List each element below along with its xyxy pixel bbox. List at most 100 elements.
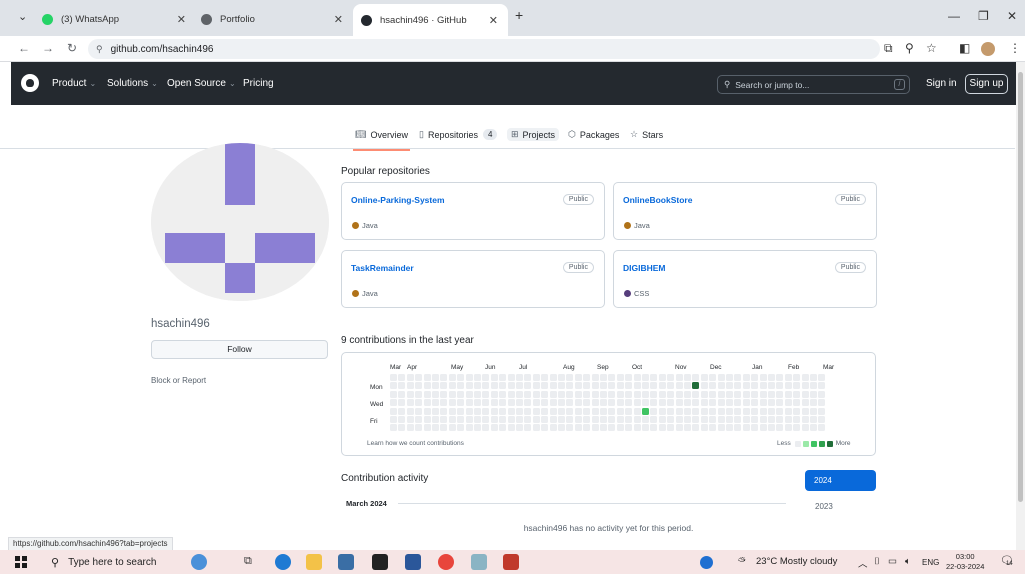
contribution-day-cell[interactable]: [574, 424, 582, 432]
contribution-day-cell[interactable]: [507, 374, 515, 381]
contribution-day-cell[interactable]: [726, 407, 733, 415]
contribution-day-cell[interactable]: [474, 382, 481, 390]
repo-name-link[interactable]: TaskRemainder: [351, 263, 414, 273]
menu-icon[interactable]: ⋮: [1009, 41, 1021, 55]
contribution-day-cell[interactable]: [574, 416, 582, 423]
contribution-day-cell[interactable]: [406, 390, 414, 398]
contribution-day-cell[interactable]: [667, 390, 675, 398]
contribution-day-cell[interactable]: [490, 416, 498, 423]
taskbar-clock[interactable]: 03:00 22-03-2024: [946, 552, 984, 572]
contribution-day-cell[interactable]: [658, 399, 666, 407]
contribution-day-cell[interactable]: [801, 424, 809, 432]
contribution-day-cell[interactable]: [667, 416, 675, 423]
contribution-day-cell[interactable]: [448, 407, 456, 415]
contribution-day-cell[interactable]: [709, 399, 717, 407]
contribution-day-cell[interactable]: [650, 407, 658, 415]
contribution-day-cell[interactable]: [675, 424, 683, 432]
contribution-day-cell[interactable]: [642, 390, 649, 398]
contribution-day-cell[interactable]: [532, 407, 540, 415]
page-scrollbar[interactable]: [1016, 62, 1025, 550]
contribution-day-cell[interactable]: [709, 424, 717, 432]
contribution-day-cell[interactable]: [759, 390, 767, 398]
contribution-day-cell[interactable]: [684, 407, 691, 415]
contribution-day-cell[interactable]: [591, 374, 599, 381]
contribution-day-cell[interactable]: [406, 382, 414, 390]
contribution-day-cell[interactable]: [717, 424, 725, 432]
contribution-day-cell[interactable]: [700, 399, 708, 407]
contribution-day-cell[interactable]: [516, 407, 523, 415]
contribution-day-cell[interactable]: [558, 407, 565, 415]
contribution-day-cell[interactable]: [566, 382, 574, 390]
contribution-day-cell[interactable]: [516, 390, 523, 398]
contribution-day-cell[interactable]: [398, 390, 406, 398]
contribution-day-cell[interactable]: [524, 382, 532, 390]
contribution-day-cell[interactable]: [633, 390, 641, 398]
contribution-day-cell[interactable]: [692, 374, 700, 381]
contribution-day-cell[interactable]: [507, 390, 515, 398]
contribution-day-cell[interactable]: [793, 390, 801, 398]
tab-overview[interactable]: 📖︎ Overview: [353, 129, 410, 151]
contribution-day-cell[interactable]: [398, 374, 406, 381]
url-input[interactable]: ⚲ github.com/hsachin496: [88, 39, 880, 59]
contribution-day-cell[interactable]: [751, 399, 759, 407]
contribution-day-cell[interactable]: [507, 382, 515, 390]
contribution-day-cell[interactable]: [532, 424, 540, 432]
contribution-day-cell[interactable]: [717, 382, 725, 390]
contribution-day-cell[interactable]: [658, 390, 666, 398]
contribution-day-cell[interactable]: [499, 416, 507, 423]
contribution-day-cell[interactable]: [684, 374, 691, 381]
contribution-day-cell[interactable]: [608, 390, 616, 398]
contribution-day-cell[interactable]: [616, 374, 624, 381]
contribution-day-cell[interactable]: [474, 407, 481, 415]
contribution-day-cell[interactable]: [499, 407, 507, 415]
contribution-day-cell[interactable]: [524, 399, 532, 407]
contribution-day-cell[interactable]: [482, 374, 490, 381]
contribution-day-cell[interactable]: [675, 374, 683, 381]
contribution-day-cell[interactable]: [633, 399, 641, 407]
contribution-day-cell[interactable]: [566, 374, 574, 381]
contribution-day-cell[interactable]: [549, 374, 557, 381]
tab-projects[interactable]: ⊞ Projects: [507, 128, 560, 141]
contribution-day-cell[interactable]: [726, 399, 733, 407]
contribution-day-cell[interactable]: [583, 424, 591, 432]
contribution-day-cell[interactable]: [801, 416, 809, 423]
contribution-day-cell[interactable]: [507, 407, 515, 415]
contribution-day-cell[interactable]: [633, 416, 641, 423]
contribution-day-cell[interactable]: [717, 390, 725, 398]
contribution-day-cell[interactable]: [768, 390, 775, 398]
contribution-day-cell[interactable]: [742, 390, 750, 398]
tab-search-icon[interactable]: ⌄: [18, 10, 27, 23]
contribution-day-cell[interactable]: [516, 399, 523, 407]
contribution-day-cell[interactable]: [600, 424, 607, 432]
contribution-day-cell[interactable]: [734, 424, 742, 432]
contribution-day-cell[interactable]: [784, 416, 792, 423]
contribution-day-cell[interactable]: [709, 390, 717, 398]
contribution-day-cell[interactable]: [742, 407, 750, 415]
contribution-day-cell[interactable]: [465, 407, 473, 415]
contribution-day-cell[interactable]: [810, 390, 817, 398]
contribution-day-cell[interactable]: [751, 424, 759, 432]
contribution-day-cell[interactable]: [524, 416, 532, 423]
contribution-day-cell[interactable]: [684, 390, 691, 398]
contribution-day-cell[interactable]: [684, 382, 691, 390]
follow-button[interactable]: Follow: [151, 340, 328, 359]
contribution-day-cell[interactable]: [776, 424, 784, 432]
contribution-day-cell[interactable]: [692, 424, 700, 432]
contribution-day-cell[interactable]: [650, 374, 658, 381]
contribution-day-cell[interactable]: [742, 374, 750, 381]
contribution-day-cell[interactable]: [541, 374, 549, 381]
contribution-day-cell[interactable]: [759, 382, 767, 390]
contribution-day-cell[interactable]: [574, 407, 582, 415]
contribution-day-cell[interactable]: [793, 374, 801, 381]
contribution-day-cell[interactable]: [675, 416, 683, 423]
contribution-day-cell[interactable]: [532, 382, 540, 390]
word-icon[interactable]: [405, 554, 421, 570]
close-window-icon[interactable]: ✕: [1007, 9, 1017, 23]
contribution-day-cell[interactable]: [583, 399, 591, 407]
help-icon[interactable]: [700, 556, 713, 569]
year-2023-link[interactable]: 2023: [815, 502, 833, 511]
contribution-day-cell[interactable]: [784, 374, 792, 381]
input-language[interactable]: ENG: [922, 558, 939, 567]
contribution-day-cell[interactable]: [583, 407, 591, 415]
contribution-day-cell[interactable]: [549, 416, 557, 423]
